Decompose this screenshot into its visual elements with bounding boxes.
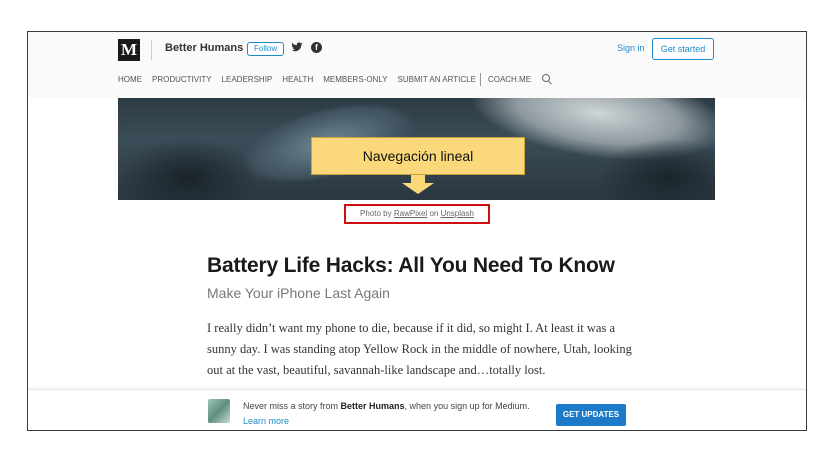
photo-texture	[118, 138, 258, 200]
banner-publication: Better Humans	[340, 401, 405, 411]
publication-avatar	[208, 399, 230, 423]
photo-credit-highlight: Photo by RawPixel on Unsplash	[344, 204, 490, 224]
credit-source-link[interactable]: Unsplash	[441, 209, 474, 218]
nav-item-leadership[interactable]: LEADERSHIP	[222, 75, 273, 84]
article-paragraph: I really didn’t want my phone to die, be…	[207, 321, 632, 377]
nav-item-health[interactable]: HEALTH	[282, 75, 313, 84]
get-updates-button[interactable]: GET UPDATES	[556, 404, 626, 426]
get-started-button[interactable]: Get started	[652, 38, 714, 60]
photo-credit: Photo by RawPixel on Unsplash	[346, 206, 488, 222]
publication-name[interactable]: Better Humans	[165, 42, 243, 54]
signin-link[interactable]: Sign in	[617, 43, 645, 53]
nav-divider	[479, 72, 481, 86]
article-subtitle: Make Your iPhone Last Again	[207, 285, 390, 301]
facebook-icon[interactable]: f	[311, 42, 322, 53]
banner-text: Never miss a story from Better Humans, w…	[243, 399, 533, 429]
credit-on: on	[429, 209, 439, 218]
nav-item-submit-article[interactable]: SUBMIT AN ARTICLE	[398, 75, 476, 84]
credit-prefix: Photo by	[360, 209, 392, 218]
nav-item-coachme[interactable]: COACH.ME	[488, 75, 531, 84]
twitter-icon[interactable]	[291, 41, 303, 53]
nav-item-members-only[interactable]: MEMBERS-ONLY	[323, 75, 387, 84]
search-icon[interactable]	[542, 74, 551, 82]
banner-text-before: Never miss a story from	[243, 401, 339, 411]
credit-author-link[interactable]: RawPixel	[394, 209, 427, 218]
annotation-arrow-head	[402, 183, 434, 194]
article-title: Battery Life Hacks: All You Need To Know	[207, 254, 615, 277]
banner-text-after: , when you sign up for Medium.	[404, 401, 530, 411]
follow-button[interactable]: Follow	[247, 42, 285, 56]
medium-logo[interactable]: M	[118, 39, 140, 61]
nav-item-productivity[interactable]: PRODUCTIVITY	[152, 75, 212, 84]
logo-divider	[151, 40, 152, 60]
publication-nav: HOME PRODUCTIVITY LEADERSHIP HEALTH MEMB…	[118, 72, 551, 86]
learn-more-link[interactable]: Learn more	[243, 416, 289, 426]
nav-item-home[interactable]: HOME	[118, 75, 142, 84]
browser-page-frame: M Better Humans Follow f Sign in Get sta…	[27, 31, 807, 431]
signup-banner: Never miss a story from Better Humans, w…	[28, 389, 806, 430]
annotation-callout: Navegación lineal	[311, 137, 525, 175]
top-header: M Better Humans Follow f Sign in Get sta…	[28, 32, 806, 98]
annotation-arrow	[411, 175, 425, 183]
